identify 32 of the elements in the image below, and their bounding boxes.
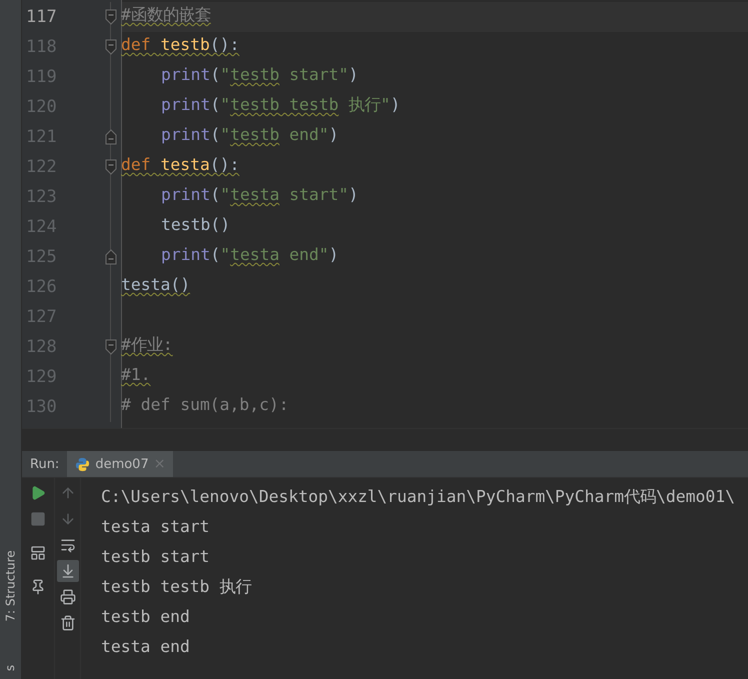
code-line: print("testa start") [160, 185, 358, 206]
console-output-line: testb start [101, 546, 211, 568]
fold-icon[interactable] [104, 39, 116, 55]
code-line: #函数的嵌套 [121, 5, 211, 26]
code-line: print("testb start") [160, 65, 358, 86]
code-line: #1. [121, 365, 151, 386]
console-output-line: C:\Users\lenovo\Desktop\xxzl\ruanjian\PyCharm\PyCharm代码\demo01\ [101, 486, 736, 508]
line-number: 117 [25, 7, 58, 27]
console-output-line: testa start [101, 516, 211, 538]
fold-icon[interactable] [104, 9, 116, 25]
code-line: # def sum(a,b,c): [121, 395, 289, 416]
console-output-line: testb end [101, 606, 191, 628]
code-line: print("testb testb 执行") [160, 95, 400, 116]
tool-window-tab[interactable]: 7: Structure [4, 550, 18, 622]
fold-icon[interactable] [104, 249, 116, 265]
code-line: testb() [160, 215, 230, 236]
tool-window-tab[interactable]: s [4, 664, 18, 672]
python-icon [75, 456, 90, 472]
run-label: Run: [29, 456, 60, 472]
console-output-line: testb testb 执行 [101, 576, 252, 598]
code-line: print("testa end") [160, 245, 339, 266]
code-line: print("testb end") [160, 125, 339, 146]
code-line: #作业: [121, 335, 173, 356]
run-tab[interactable]: demo07 × [67, 451, 174, 477]
fold-icon[interactable] [104, 159, 116, 175]
console-output-line: testa end [101, 636, 191, 658]
code-line: def testb(): [121, 35, 240, 56]
code-line: testa() [121, 275, 190, 296]
code-line: def testa(): [121, 155, 240, 176]
fold-icon[interactable] [104, 129, 116, 145]
code-editor[interactable] [22, 0, 748, 428]
fold-icon[interactable] [104, 339, 116, 355]
